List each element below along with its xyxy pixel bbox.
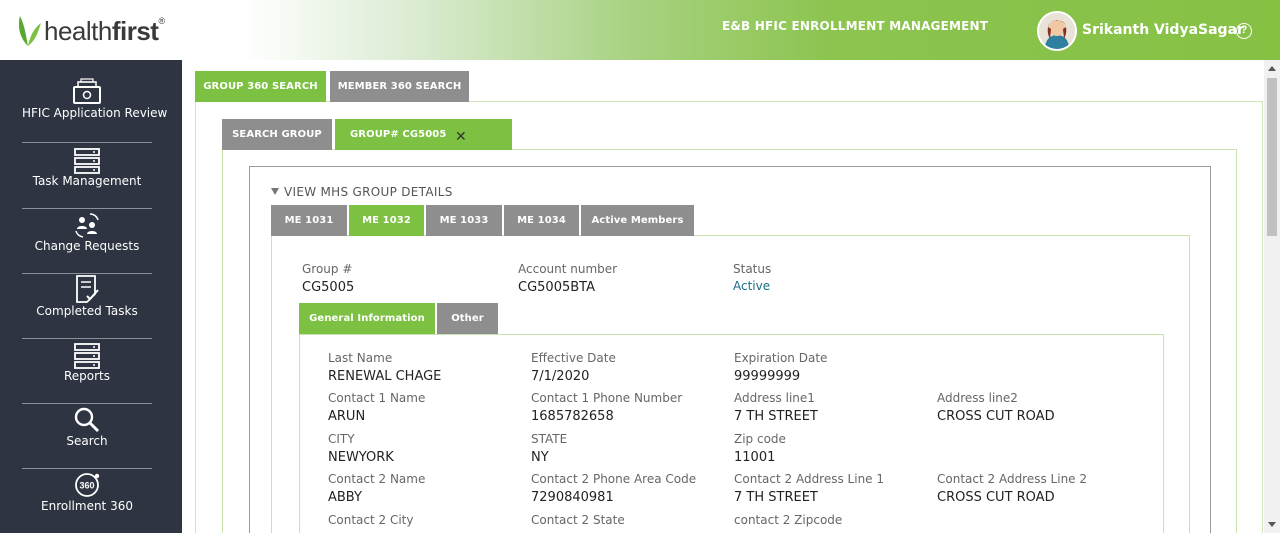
user-avatar[interactable] [1037, 11, 1077, 51]
state-label: STATE [531, 432, 568, 446]
account-number-label: Account number [518, 262, 618, 276]
scroll-down-arrow-icon[interactable] [1268, 522, 1276, 527]
sidebar-item-label: Task Management [32, 174, 142, 188]
effective-date-label: Effective Date [531, 351, 616, 365]
scrollbar-thumb[interactable] [1267, 78, 1277, 236]
sidebar-item-label: Enrollment 360 [41, 499, 133, 513]
contact-2-name-value: ABBY [328, 490, 362, 505]
tab-general-information[interactable]: General Information [299, 303, 435, 334]
tab-me-1031[interactable]: ME 1031 [271, 205, 347, 236]
tab-other[interactable]: Other [437, 303, 498, 334]
tab-me-1034[interactable]: ME 1034 [504, 205, 579, 236]
sidebar-item-label: HFIC Application Review [22, 106, 168, 120]
checklist-icon [76, 275, 99, 303]
tab-me-1033[interactable]: ME 1033 [426, 205, 502, 236]
logo-wordmark: healthfirst® [44, 15, 165, 46]
address-line2-label: Address line2 [937, 391, 1018, 405]
expiration-date-label: Expiration Date [734, 351, 828, 365]
people-swap-icon [75, 213, 99, 238]
status-value: Active [733, 279, 771, 293]
user-name[interactable]: Srikanth VidyaSagar [1082, 22, 1244, 38]
app-title: E&B HFIC ENROLLMENT MANAGEMENT [722, 19, 989, 33]
app-header: healthfirst® E&B HFIC ENROLLMENT MANAGEM… [0, 0, 1280, 60]
sidebar-item-label: Reports [63, 369, 111, 383]
sidebar-item-hfic-application-review[interactable]: HFIC Application Review [22, 78, 168, 143]
contact-2-city-label: Contact 2 City [328, 513, 414, 527]
server-stack-icon [74, 343, 100, 369]
status-label: Status [733, 262, 772, 276]
inbox-icon [73, 78, 101, 104]
caret-down-icon [271, 188, 279, 195]
sidebar-item-completed-tasks[interactable]: Completed Tasks [22, 274, 152, 339]
scroll-up-arrow-icon[interactable] [1268, 66, 1276, 71]
tab-active-members[interactable]: Active Members [581, 205, 694, 236]
contact-1-name-value: ARUN [328, 409, 366, 424]
search-icon [74, 407, 100, 433]
tab-group-cg5005[interactable]: GROUP# CG5005 [335, 119, 512, 150]
address-line2-value: CROSS CUT ROAD [937, 409, 1055, 424]
tab-search-group[interactable]: SEARCH GROUP [222, 119, 332, 150]
vertical-scrollbar[interactable] [1264, 60, 1280, 533]
server-stack-icon [74, 148, 100, 174]
sidebar-item-search[interactable]: Search [22, 404, 152, 469]
question-circle-icon[interactable]: ? [1236, 23, 1252, 39]
sidebar-item-label: Search [66, 434, 108, 448]
sidebar-item-reports[interactable]: Reports [22, 339, 152, 404]
contact-1-phone-value: 1685782658 [531, 409, 614, 424]
contact-2-phone-label: Contact 2 Phone Area Code [531, 472, 697, 486]
effective-date-value: 7/1/2020 [531, 369, 590, 384]
mhs-heading-text: VIEW MHS GROUP DETAILS [284, 185, 453, 199]
contact-2-phone-value: 7290840981 [531, 490, 614, 505]
contact-2-name-label: Contact 2 Name [328, 472, 426, 486]
badge-360-text: 360 [79, 481, 94, 491]
zip-code-value: 11001 [734, 450, 776, 465]
address-line1-value: 7 TH STREET [734, 409, 818, 424]
contact-2-address-line1-label: Contact 2 Address Line 1 [734, 472, 885, 486]
mhs-details-toggle[interactable]: VIEW MHS GROUP DETAILS [271, 185, 453, 199]
zip-code-label: Zip code [734, 432, 786, 446]
sidebar-item-task-management[interactable]: Task Management [22, 144, 152, 209]
leaf-logo-icon [18, 16, 41, 46]
city-label: CITY [328, 432, 355, 446]
sidebar-item-enrollment-360[interactable]: 360 Enrollment 360 [22, 469, 152, 533]
account-number-value: CG5005BTA [518, 280, 595, 295]
address-line1-label: Address line1 [734, 391, 815, 405]
healthfirst-logo[interactable]: healthfirst® [16, 14, 165, 48]
close-icon[interactable]: ✕ [455, 129, 467, 145]
state-value: NY [531, 450, 549, 465]
avatar-image [1039, 13, 1075, 49]
contact-1-phone-label: Contact 1 Phone Number [531, 391, 683, 405]
contact-1-name-label: Contact 1 Name [328, 391, 426, 405]
sidebar-nav: HFIC Application Review Task Management … [0, 60, 182, 533]
tab-group-360-search[interactable]: GROUP 360 SEARCH [195, 71, 326, 102]
contact-2-address-line1-value: 7 TH STREET [734, 490, 818, 505]
contact-2-address-line2-value: CROSS CUT ROAD [937, 490, 1055, 505]
last-name-value: RENEWAL CHAGE [328, 369, 442, 384]
tab-me-1032[interactable]: ME 1032 [349, 205, 424, 236]
tab-member-360-search[interactable]: MEMBER 360 SEARCH [330, 71, 469, 102]
sidebar-item-label: Completed Tasks [36, 304, 138, 318]
expiration-date-value: 99999999 [734, 369, 801, 384]
group-number-label: Group # [302, 262, 353, 276]
city-value: NEWYORK [328, 450, 394, 465]
last-name-label: Last Name [328, 351, 393, 365]
group-number-value: CG5005 [302, 280, 355, 295]
contact-2-state-label: Contact 2 State [531, 513, 625, 527]
sidebar-item-label: Change Requests [34, 239, 140, 253]
contact-2-address-line2-label: Contact 2 Address Line 2 [937, 472, 1088, 486]
sidebar-item-change-requests[interactable]: Change Requests [22, 209, 152, 274]
contact-2-zipcode-label: contact 2 Zipcode [734, 513, 843, 527]
circle-360-icon: 360 [75, 473, 100, 497]
